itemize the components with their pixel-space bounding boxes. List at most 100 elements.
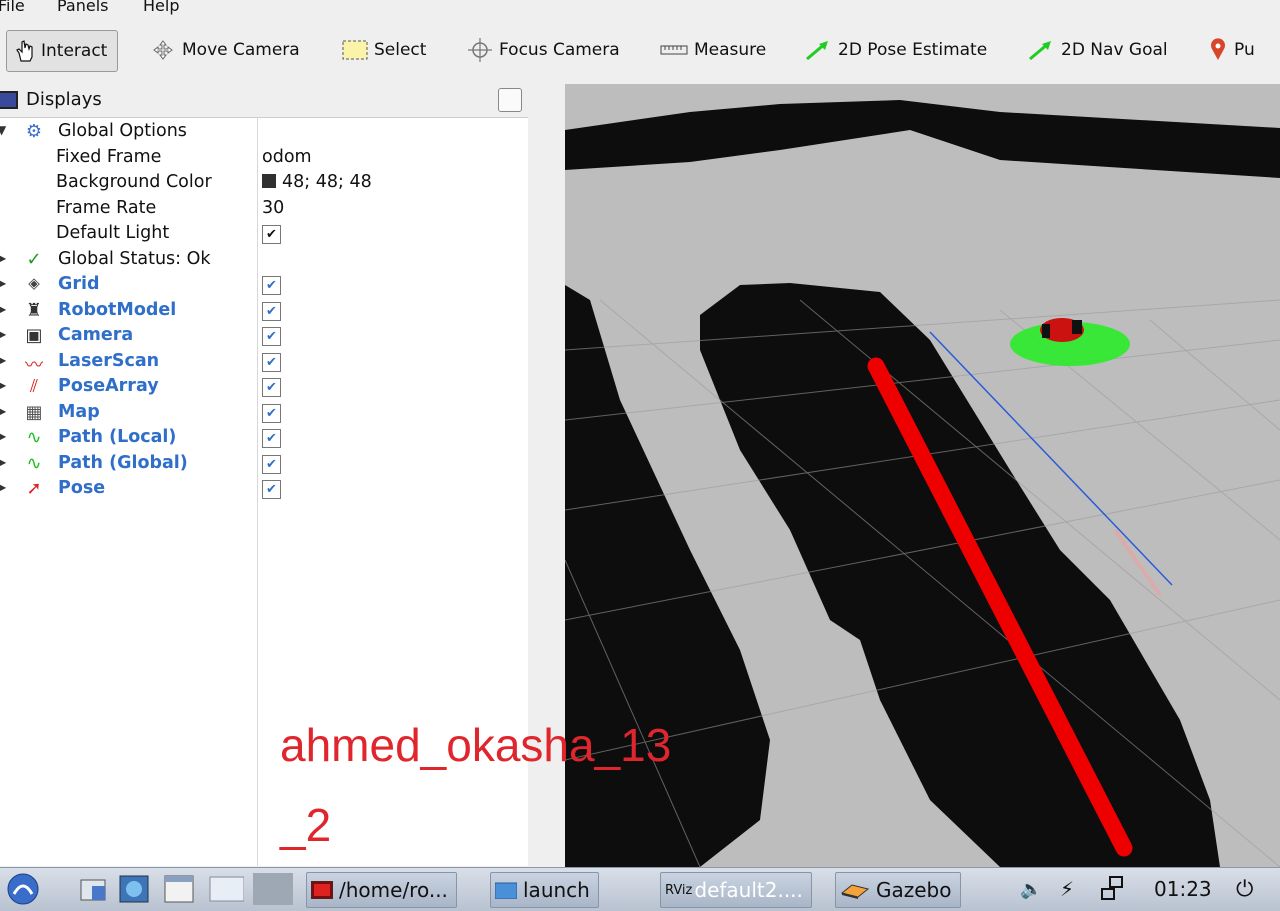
expand-arrow-icon[interactable]: ▶ (0, 404, 6, 418)
pose-label: Pose (58, 478, 106, 498)
volume-control[interactable]: 🔈 (1020, 872, 1042, 906)
window-icon (164, 875, 194, 903)
tree-row-background-color[interactable]: Background Color 48; 48; 48 (0, 171, 528, 196)
path-global-label: Path (Global) (58, 453, 188, 473)
fixed-frame-value[interactable]: odom (262, 147, 312, 167)
move-camera-label: Move Camera (182, 40, 300, 60)
terminal-icon (311, 881, 333, 899)
grid-label: Grid (58, 274, 100, 294)
publish-point-tool[interactable]: Pu (1208, 30, 1255, 70)
global-status-label: Global Status: Ok (58, 249, 211, 269)
nav-goal-label: 2D Nav Goal (1061, 40, 1168, 60)
expand-arrow-icon[interactable]: ▶ (0, 429, 6, 443)
move-camera-tool[interactable]: Move Camera (150, 30, 300, 70)
focus-camera-label: Focus Camera (499, 40, 620, 60)
pose-estimate-tool[interactable]: 2D Pose Estimate (804, 30, 987, 70)
map-label: Map (58, 402, 100, 422)
default-light-checkbox[interactable]: ✔ (262, 225, 281, 244)
green-arrow-icon (1029, 41, 1051, 61)
browser-launcher[interactable] (118, 872, 150, 906)
folder-icon (80, 879, 106, 901)
checkmark-icon: ✓ (26, 249, 42, 270)
tree-row-pose[interactable]: ▶ ➚ Pose ✔ (0, 477, 528, 502)
nav-goal-tool[interactable]: 2D Nav Goal (1027, 30, 1168, 70)
panel-float-button[interactable] (498, 88, 522, 112)
expand-arrow-icon[interactable]: ▼ (0, 123, 6, 137)
grid-checkbox[interactable]: ✔ (262, 276, 281, 295)
tree-row-frame-rate[interactable]: Frame Rate 30 (0, 197, 528, 222)
start-logo-icon (7, 873, 39, 905)
measure-label: Measure (694, 40, 767, 60)
tree-row-default-light[interactable]: Default Light ✔ (0, 222, 528, 247)
clock[interactable]: 01:23 (1154, 872, 1212, 906)
grid-icon: ◈ (28, 274, 40, 292)
tree-row-robotmodel[interactable]: ▶ ♜ RobotModel ✔ (0, 299, 528, 324)
fixed-frame-label: Fixed Frame (56, 147, 162, 167)
task-gazebo[interactable]: Gazebo (835, 872, 961, 908)
power-status[interactable]: ⚡ (1060, 872, 1074, 906)
map-checkbox[interactable]: ✔ (262, 404, 281, 423)
interact-label: Interact (41, 41, 108, 61)
expand-arrow-icon[interactable]: ▶ (0, 302, 6, 316)
select-tool[interactable]: Select (342, 30, 426, 70)
power-icon: ⏻ (1236, 876, 1254, 902)
tree-row-path-local[interactable]: ▶ ∿ Path (Local) ✔ (0, 426, 528, 451)
menu-help[interactable]: Help (143, 0, 179, 15)
tree-row-global-options[interactable]: ▼ ⚙ Global Options (0, 120, 528, 145)
path-local-label: Path (Local) (58, 427, 177, 447)
3d-viewport[interactable] (565, 84, 1280, 867)
background-color-value[interactable]: 48; 48; 48 (262, 172, 372, 192)
focus-camera-icon (468, 38, 492, 62)
hand-pointer-icon (16, 40, 33, 62)
network-status[interactable] (1100, 872, 1128, 906)
tree-row-posearray[interactable]: ▶ ⫽ PoseArray ✔ (0, 375, 528, 400)
tree-row-global-status[interactable]: ▶ ✓ Global Status: Ok (0, 248, 528, 273)
task-launch-folder[interactable]: launch (490, 872, 599, 908)
rviz-launcher[interactable] (208, 872, 244, 906)
expand-arrow-icon[interactable]: ▶ (0, 276, 6, 290)
tree-row-laserscan[interactable]: ▶ 〰 LaserScan ✔ (0, 350, 528, 376)
ruler-icon (660, 45, 688, 55)
window-launcher[interactable] (163, 872, 195, 906)
laserscan-icon: 〰 (25, 355, 43, 376)
tree-row-camera[interactable]: ▶ ▣ Camera ✔ (0, 324, 528, 349)
expand-arrow-icon[interactable]: ▶ (0, 353, 6, 367)
tree-row-map[interactable]: ▶ ▦ Map ✔ (0, 401, 528, 426)
robot-icon: ♜ (25, 300, 43, 321)
posearray-checkbox[interactable]: ✔ (262, 378, 281, 397)
path-global-checkbox[interactable]: ✔ (262, 455, 281, 474)
speaker-icon: 🔈 (1020, 878, 1043, 900)
laserscan-checkbox[interactable]: ✔ (262, 353, 281, 372)
watermark-line-2: _2 (280, 799, 332, 851)
camera-checkbox[interactable]: ✔ (262, 327, 281, 346)
task-rviz[interactable]: RViz default2.... (660, 872, 812, 908)
gazebo-icon (840, 884, 870, 899)
color-swatch (262, 174, 276, 188)
expand-arrow-icon[interactable]: ▶ (0, 378, 6, 392)
power-button[interactable]: ⏻ (1236, 872, 1253, 906)
tree-row-path-global[interactable]: ▶ ∿ Path (Global) ✔ (0, 452, 528, 477)
path-local-checkbox[interactable]: ✔ (262, 429, 281, 448)
tree-row-fixed-frame[interactable]: Fixed Frame odom (0, 146, 528, 171)
start-menu-button[interactable] (6, 872, 40, 906)
rviz-small-icon: RViz (665, 882, 693, 898)
posearray-label: PoseArray (58, 376, 159, 396)
pose-checkbox[interactable]: ✔ (262, 480, 281, 499)
focus-camera-tool[interactable]: Focus Camera (467, 30, 620, 70)
robotmodel-checkbox[interactable]: ✔ (262, 302, 281, 321)
task-terminal[interactable]: /home/ro... (306, 872, 457, 908)
expand-arrow-icon[interactable]: ▶ (0, 480, 6, 494)
map-render (565, 84, 1280, 867)
monitor-icon (0, 91, 18, 109)
frame-rate-value[interactable]: 30 (262, 198, 284, 218)
menu-panels[interactable]: Panels (57, 0, 109, 15)
menu-file[interactable]: File (0, 0, 25, 15)
measure-tool[interactable]: Measure (660, 30, 766, 70)
expand-arrow-icon[interactable]: ▶ (0, 327, 6, 341)
file-manager-launcher[interactable] (78, 872, 108, 906)
expand-arrow-icon[interactable]: ▶ (0, 251, 6, 265)
desktop-button[interactable] (252, 872, 294, 906)
interact-tool[interactable]: Interact (6, 30, 119, 72)
expand-arrow-icon[interactable]: ▶ (0, 455, 6, 469)
tree-row-grid[interactable]: ▶ ◈ Grid ✔ (0, 273, 528, 298)
